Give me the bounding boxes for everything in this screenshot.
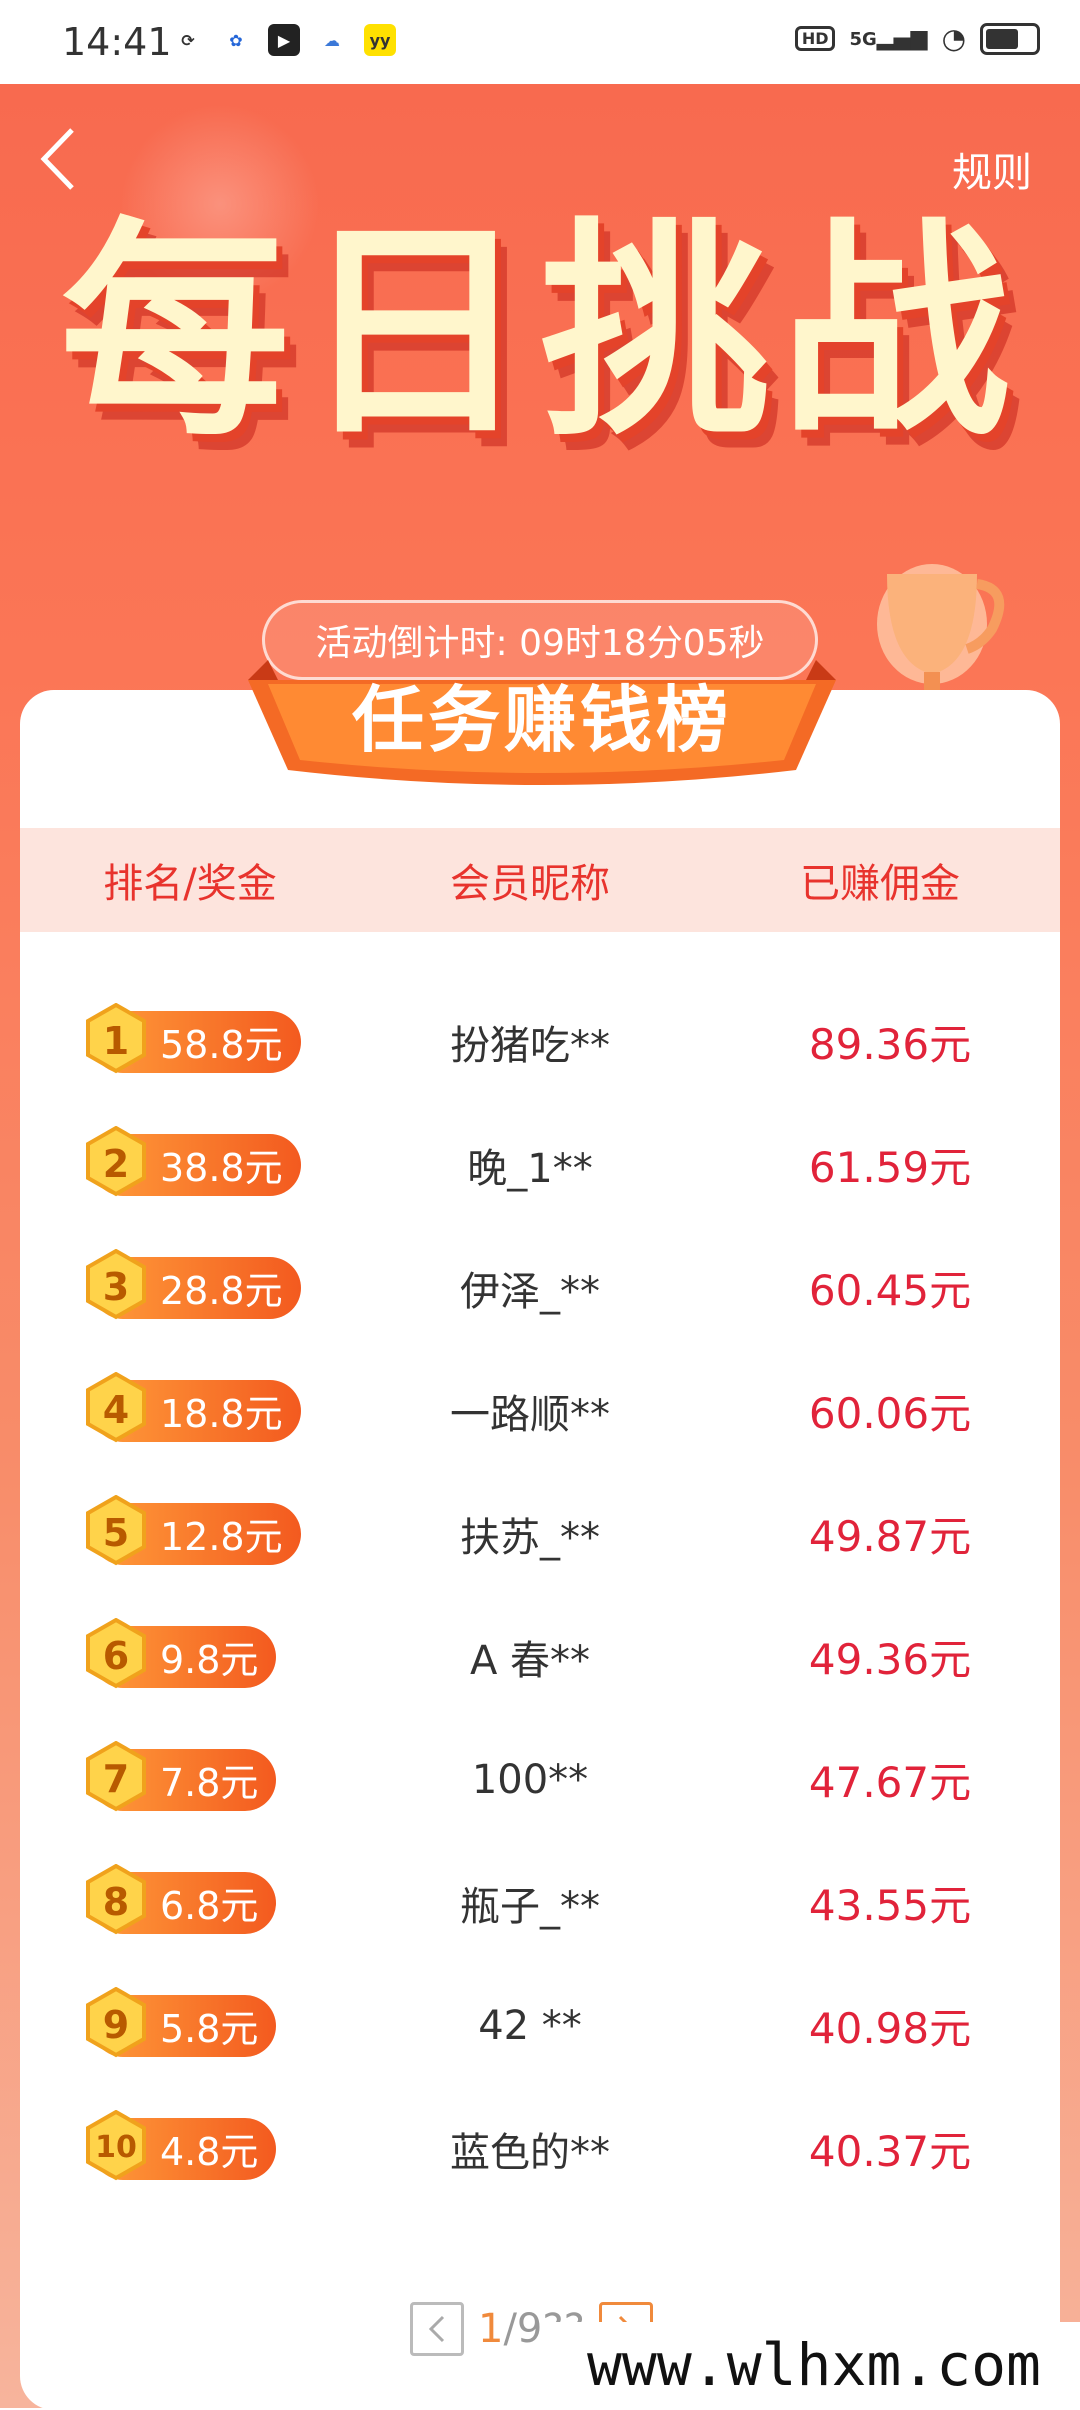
back-button[interactable]: [38, 124, 98, 204]
prev-page-button[interactable]: [410, 2302, 464, 2356]
wifi-icon: ◔: [941, 22, 966, 55]
prize-amount: 5.8元: [160, 2007, 259, 2051]
member-name: 扮猪吃**: [450, 1022, 610, 1069]
prize-pill: 2 38.8元: [86, 1125, 301, 1196]
prize-amount: 9.8元: [160, 1638, 259, 1682]
watermark: www.wlhxm.com: [548, 2322, 1080, 2408]
prize-pill: 1 58.8元: [86, 1002, 301, 1073]
rank-number: 6: [102, 1633, 130, 1678]
table-row: 5 12.8元 扶苏_** 49.87元: [20, 1472, 1060, 1595]
member-name: 一路顺**: [450, 1391, 610, 1438]
battery-icon: [980, 22, 1040, 55]
rank-number: 7: [102, 1756, 130, 1801]
table-row: 1 58.8元 扮猪吃** 89.36元: [20, 980, 1060, 1103]
notification-icons: ⟳ ✿ ▶ ☁ yy: [172, 24, 396, 56]
earned-amount: 60.06元: [808, 1389, 972, 1438]
rank-number: 4: [102, 1387, 130, 1432]
table-row: 8 6.8元 瓶子_** 43.55元: [20, 1841, 1060, 1964]
member-name: 扶苏_**: [460, 1514, 600, 1561]
rank-number: 1: [102, 1018, 130, 1063]
member-name: 晚_1**: [467, 1145, 593, 1192]
earned-amount: 49.87元: [808, 1512, 972, 1561]
rank-number: 5: [102, 1510, 130, 1555]
status-bar: 14:41 ⟳ ✿ ▶ ☁ yy HD 5G▂▄▆ ◔: [0, 0, 1080, 84]
prize-pill: 10 4.8元: [86, 2109, 277, 2180]
rank-number: 9: [102, 2002, 130, 2047]
earned-amount: 89.36元: [808, 1020, 972, 1069]
page-title: 每日挑战: [59, 200, 1020, 467]
prize-amount: 6.8元: [160, 1884, 259, 1928]
member-name: 伊泽_**: [460, 1268, 600, 1315]
system-icons: HD 5G▂▄▆ ◔: [794, 22, 1040, 55]
rules-button[interactable]: 规则: [952, 140, 1032, 198]
prize-pill: 3 28.8元: [86, 1248, 301, 1319]
prize-pill: 4 18.8元: [86, 1371, 301, 1442]
table-row: 2 38.8元 晚_1** 61.59元: [20, 1103, 1060, 1226]
table-row: 6 9.8元 A 春** 49.36元: [20, 1595, 1060, 1718]
earned-amount: 49.36元: [808, 1635, 972, 1684]
chevron-left-icon: [428, 2315, 445, 2343]
earned-amount: 47.67元: [808, 1758, 972, 1807]
earned-amount: 40.37元: [808, 2127, 972, 2176]
earned-amount: 61.59元: [808, 1143, 972, 1192]
table-header: 排名/奖金 会员昵称 已赚佣金: [20, 828, 1060, 932]
signal-icon: 5G▂▄▆: [849, 26, 928, 51]
table-row: 9 5.8元 42 ** 40.98元: [20, 1964, 1060, 2087]
leaderboard-rows: 1 58.8元 扮猪吃** 89.36元 2 38.8元 晚_1** 61.59…: [20, 980, 1060, 2210]
earned-amount: 60.45元: [808, 1266, 972, 1315]
board-title: 任务赚钱榜: [351, 678, 732, 762]
prize-pill: 5 12.8元: [86, 1494, 301, 1565]
prize-pill: 7 7.8元: [86, 1740, 277, 1811]
chevron-left-icon: [40, 128, 74, 190]
member-name: 蓝色的**: [450, 2129, 610, 2176]
prize-amount: 7.8元: [160, 1761, 259, 1805]
table-row: 4 18.8元 一路顺** 60.06元: [20, 1349, 1060, 1472]
earned-amount: 43.55元: [808, 1881, 972, 1930]
column-header-rank: 排名/奖金: [103, 861, 277, 907]
table-row: 10 4.8元 蓝色的** 40.37元: [20, 2087, 1060, 2210]
prize-amount: 12.8元: [160, 1515, 283, 1559]
prize-amount: 38.8元: [160, 1146, 283, 1190]
hd-badge: HD: [794, 26, 836, 51]
rank-number: 10: [95, 2129, 137, 2165]
table-row: 7 7.8元 100** 47.67元: [20, 1718, 1060, 1841]
column-header-earned: 已赚佣金: [800, 861, 960, 907]
member-name: A 春**: [469, 1637, 591, 1684]
prize-pill: 8 6.8元: [86, 1863, 277, 1934]
video-play-icon: ▶: [268, 24, 300, 56]
sync-icon: ⟳: [181, 30, 195, 50]
member-name: 42 **: [478, 2002, 582, 2049]
column-header-name: 会员昵称: [450, 861, 610, 907]
prize-amount: 4.8元: [160, 2130, 259, 2174]
prize-amount: 28.8元: [160, 1269, 283, 1313]
table-row: 3 28.8元 伊泽_** 60.45元: [20, 1226, 1060, 1349]
prize-pill: 6 9.8元: [86, 1617, 277, 1688]
prize-pill: 9 5.8元: [86, 1986, 277, 2057]
current-page: 1: [478, 2306, 504, 2352]
member-name: 100**: [471, 1756, 589, 1803]
baidu-icon: ✿: [229, 30, 243, 50]
prize-amount: 58.8元: [160, 1023, 283, 1067]
rank-number: 8: [102, 1879, 130, 1924]
yy-icon: yy: [364, 24, 396, 56]
bot-icon: ☁: [324, 30, 340, 50]
earned-amount: 40.98元: [808, 2004, 972, 2053]
rank-number: 2: [102, 1141, 130, 1186]
member-name: 瓶子_**: [460, 1883, 600, 1930]
prize-amount: 18.8元: [160, 1392, 283, 1436]
status-time: 14:41: [62, 20, 172, 64]
rank-number: 3: [102, 1264, 130, 1309]
